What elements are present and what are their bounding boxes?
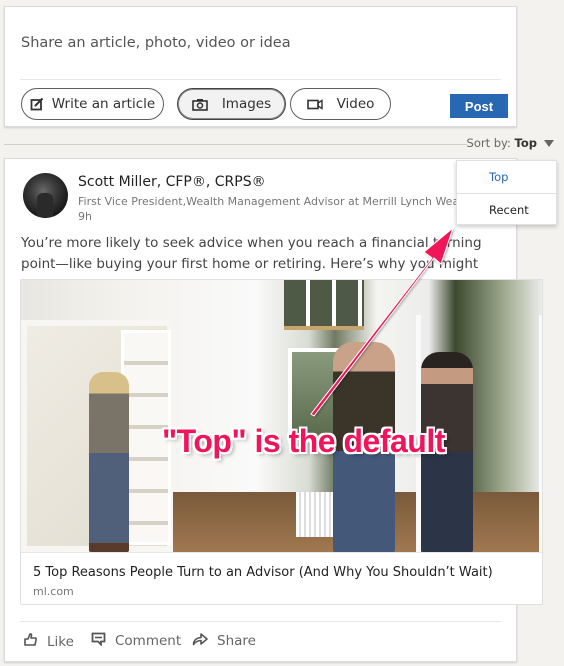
camera-icon (192, 98, 208, 111)
caret-down-icon[interactable] (544, 140, 554, 147)
comment-button[interactable]: Comment (91, 632, 181, 650)
video-label: Video (336, 96, 375, 112)
sort-value: Top (514, 136, 537, 150)
edit-icon (30, 97, 44, 111)
post-timestamp: 9h (78, 210, 92, 223)
article-title[interactable]: 5 Top Reasons People Turn to an Advisor … (33, 565, 493, 580)
image-detail (284, 280, 364, 330)
share-prompt-input[interactable]: Share an article, photo, video or idea (21, 35, 291, 51)
divider (4, 144, 467, 145)
article-source: ml.com (33, 585, 74, 598)
share-box: Share an article, photo, video or idea W… (4, 6, 517, 127)
share-arrow-icon (192, 632, 208, 650)
annotation-text: "Top" is the default (162, 423, 445, 459)
images-button[interactable]: Images (177, 88, 286, 120)
video-button[interactable]: Video (290, 88, 391, 120)
post-button[interactable]: Post (450, 94, 508, 118)
video-icon (306, 98, 323, 110)
divider (20, 79, 501, 80)
write-article-label: Write an article (51, 96, 156, 112)
like-label: Like (47, 633, 74, 650)
write-article-button[interactable]: Write an article (21, 88, 164, 120)
image-detail (89, 372, 129, 552)
sort-menu: Top Recent (456, 160, 557, 225)
article-meta: 5 Top Reasons People Turn to an Advisor … (21, 552, 542, 604)
thumbs-up-icon (23, 632, 38, 651)
sort-dropdown[interactable]: Sort by: Top (467, 136, 537, 150)
sort-option-top[interactable]: Top (457, 161, 556, 193)
like-button[interactable]: Like (23, 632, 74, 651)
feed-post: Scott Miller, CFP®, CRPS® First Vice Pre… (4, 158, 543, 662)
share-button[interactable]: Share (192, 632, 256, 650)
divider (20, 621, 501, 622)
sort-row: Sort by: Top (4, 136, 557, 152)
sort-option-recent[interactable]: Recent (457, 193, 556, 225)
comment-icon (91, 632, 106, 650)
author-headline: First Vice President,Wealth Management A… (78, 195, 458, 208)
article-image[interactable] (21, 280, 542, 552)
sort-label: Sort by: (466, 136, 511, 150)
author-name[interactable]: Scott Miller, CFP®, CRPS® (78, 174, 266, 190)
share-label: Share (217, 633, 256, 649)
avatar[interactable] (23, 173, 68, 218)
images-label: Images (221, 96, 272, 112)
comment-label: Comment (115, 633, 182, 649)
